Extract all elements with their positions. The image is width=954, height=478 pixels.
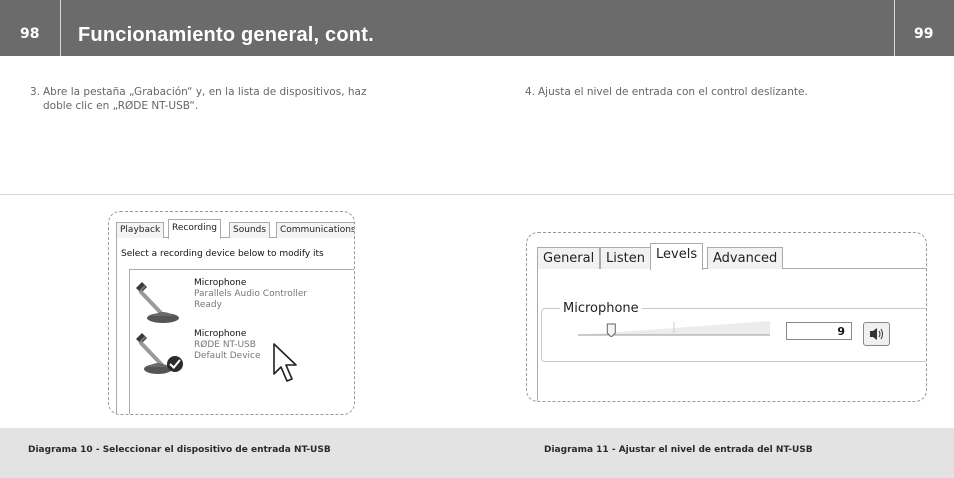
figure-11-levels-dialog: General Listen Levels Advanced Microphon… [526, 232, 927, 402]
tab-levels[interactable]: Levels [650, 243, 704, 270]
tab-listen[interactable]: Listen [600, 247, 651, 269]
checkmark-icon [167, 356, 183, 372]
tab-communications[interactable]: Communications [276, 222, 354, 238]
page-header: 98 Funcionamiento general, cont. 99 [0, 0, 954, 56]
page-number-right: 99 [914, 26, 934, 42]
figure-10-tab-strip: Playback Recording Sounds Communications [116, 219, 354, 239]
page-title: Funcionamiento general, cont. [78, 24, 374, 46]
step-4-number: 4. [525, 86, 536, 98]
step-3-text: 3. Abre la pestaña „Grabación“ y, en la l… [30, 85, 366, 113]
step-3-line-1: Abre la pestaña „Grabación“ y, en la lis… [43, 86, 367, 98]
step-3-line-2: doble clic en „RØDE NT-USB“. [43, 100, 199, 112]
device-item-rode-nt-usb[interactable]: Microphone RØDE NT-USB Default Device [130, 329, 354, 377]
device-detail: RØDE NT-USB [194, 340, 256, 350]
step-3-number: 3. [30, 86, 41, 98]
microphone-icon [136, 282, 179, 323]
device-detail: Parallels Audio Controller [194, 289, 308, 299]
mute-button[interactable] [863, 322, 890, 346]
device-status: Ready [194, 300, 222, 310]
page-number-left: 98 [20, 26, 40, 42]
microphone-group-label: Microphone [560, 301, 642, 316]
tab-sounds[interactable]: Sounds [229, 222, 271, 238]
tab-general[interactable]: General [537, 247, 601, 269]
header-divider-right [894, 0, 895, 56]
section-divider [0, 194, 954, 195]
device-status: Default Device [194, 351, 261, 361]
level-value-field[interactable]: 9 [786, 322, 852, 340]
recording-device-list: Microphone Parallels Audio Controller Re… [129, 269, 354, 414]
recording-instruction: Select a recording device below to modif… [121, 249, 324, 259]
speaker-icon [870, 328, 883, 340]
device-text-rode: Microphone RØDE NT-USB Default Device [194, 329, 261, 362]
caption-figure-11: Diagrama 11 - Ajustar el nivel de entrad… [544, 445, 813, 455]
figure-10-recording-dialog: Playback Recording Sounds Communications… [108, 211, 355, 415]
device-item-parallels[interactable]: Microphone Parallels Audio Controller Re… [130, 278, 354, 326]
caption-figure-10: Diagrama 10 - Seleccionar el dispositivo… [28, 445, 331, 455]
tab-advanced[interactable]: Advanced [707, 247, 784, 269]
tab-recording[interactable]: Recording [168, 219, 222, 239]
level-slider[interactable] [578, 321, 770, 337]
figure-11-tab-strip: General Listen Levels Advanced [537, 243, 926, 270]
header-divider-left [60, 0, 61, 56]
device-name: Microphone [194, 329, 247, 339]
device-text-parallels: Microphone Parallels Audio Controller Re… [194, 278, 307, 311]
device-name: Microphone [194, 278, 247, 288]
tab-playback[interactable]: Playback [116, 222, 165, 238]
step-4-text: 4. Ajusta el nivel de entrada con el cont… [525, 85, 808, 99]
mouse-pointer-icon [273, 343, 297, 382]
step-4-line: Ajusta el nivel de entrada con el contro… [538, 86, 808, 98]
